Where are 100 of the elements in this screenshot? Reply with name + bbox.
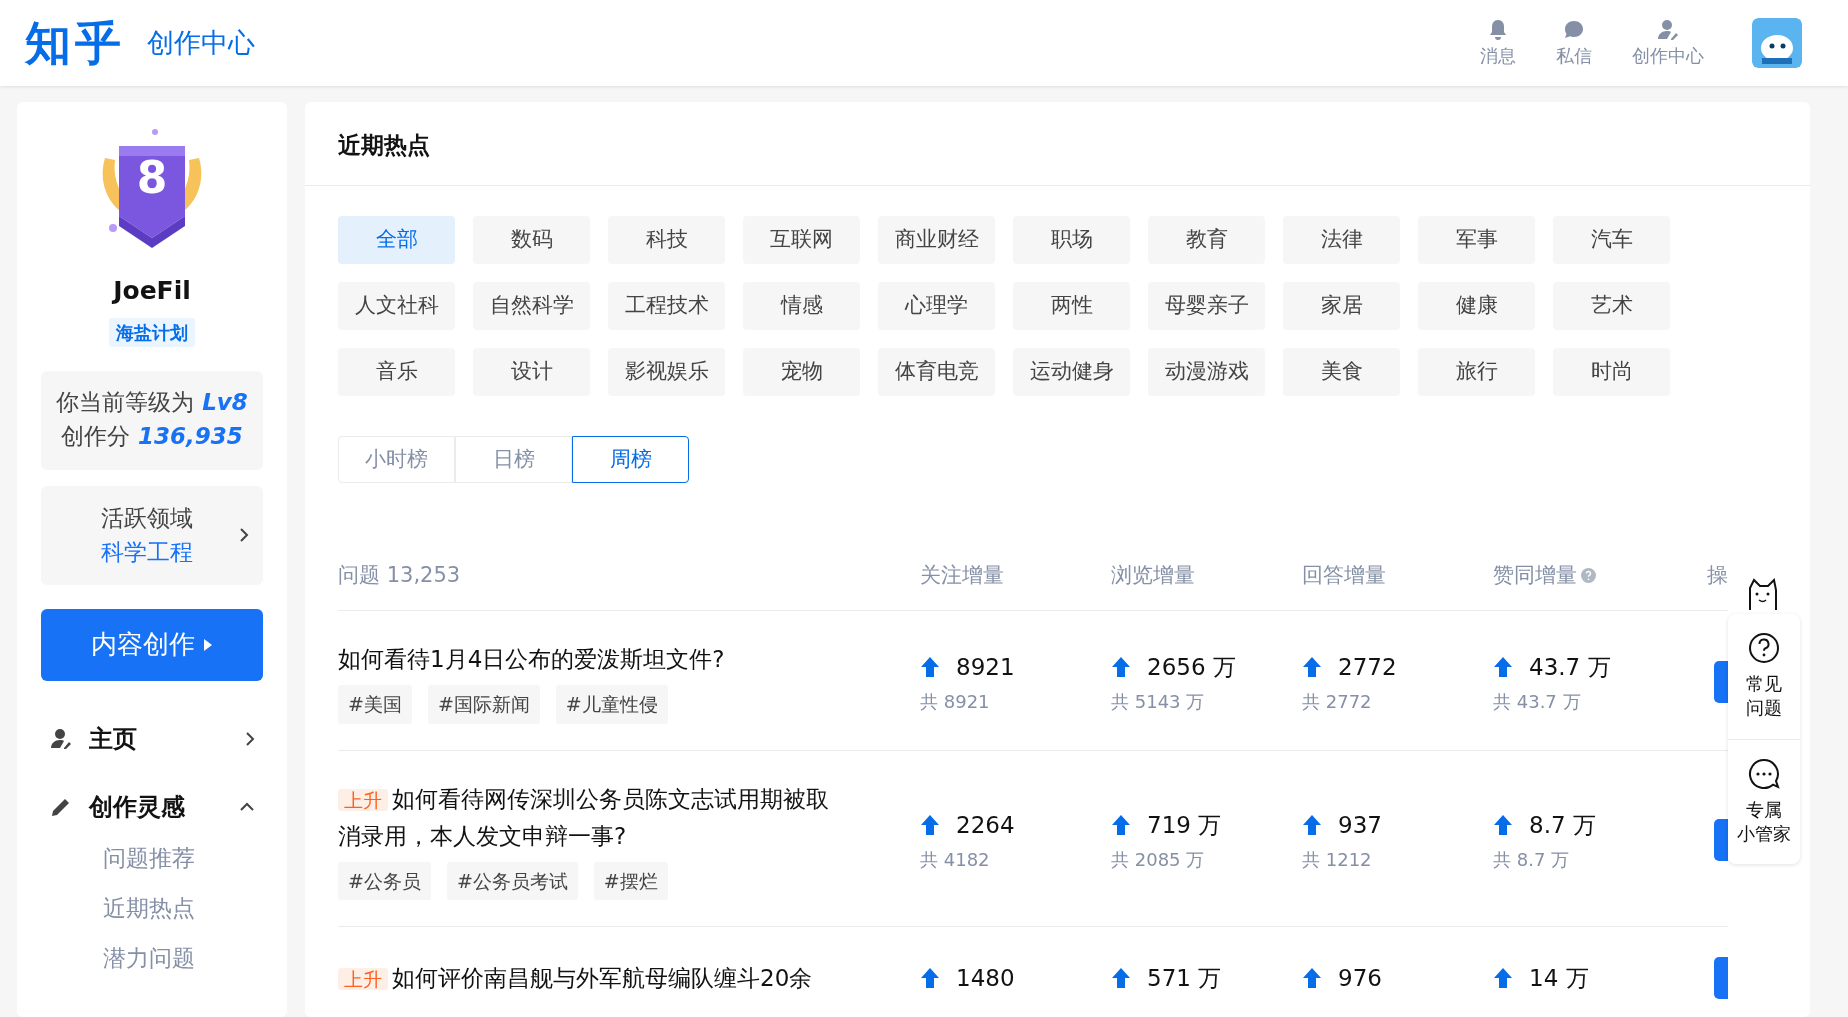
stat-value: 719 万	[1147, 810, 1222, 840]
help-icon	[1581, 568, 1596, 583]
category-tab[interactable]: 职场	[1013, 216, 1130, 264]
topic-tag[interactable]: #美国	[338, 685, 412, 724]
category-tab[interactable]: 运动健身	[1013, 348, 1130, 396]
category-tab[interactable]: 设计	[473, 348, 590, 396]
avatar[interactable]	[1752, 18, 1802, 68]
up-arrow-icon	[1111, 655, 1131, 678]
score-label: 创作分	[61, 423, 131, 449]
category-tab[interactable]: 母婴亲子	[1148, 282, 1265, 330]
stat-value: 1480	[956, 963, 1015, 993]
column-header: 回答增量	[1302, 561, 1386, 589]
chevron-right-icon	[239, 527, 249, 544]
category-tab[interactable]: 美食	[1283, 348, 1400, 396]
column-header: 浏览增量	[1111, 561, 1195, 589]
category-tab[interactable]: 商业财经	[878, 216, 995, 264]
category-tab[interactable]: 科技	[608, 216, 725, 264]
stat-value: 976	[1338, 963, 1382, 993]
action-button[interactable]	[1714, 661, 1728, 704]
category-tab[interactable]: 全部	[338, 216, 455, 264]
category-tab[interactable]: 时尚	[1553, 348, 1670, 396]
up-arrow-icon	[1493, 655, 1513, 678]
topic-tag[interactable]: #国际新闻	[427, 685, 540, 724]
stat-total: 共 8921	[920, 690, 991, 714]
stat-value: 2772	[1338, 652, 1397, 682]
chat-bubble-icon	[1748, 757, 1780, 790]
stat-total: 共 8.7 万	[1493, 848, 1571, 872]
stat-value: 43.7 万	[1529, 652, 1611, 682]
category-tab[interactable]: 互联网	[743, 216, 860, 264]
rising-badge: 上升	[338, 967, 388, 990]
category-tab[interactable]: 影视娱乐	[608, 348, 725, 396]
column-header: 操	[1707, 561, 1728, 589]
float-panel-item[interactable]: 常见 问题	[1728, 614, 1800, 739]
level-label: 你当前等级为	[56, 388, 195, 415]
stat-value: 14 万	[1529, 963, 1589, 993]
category-tab[interactable]: 人文社科	[338, 282, 455, 330]
domain-label: 活跃领域	[100, 503, 194, 533]
question-title[interactable]: 上升 如何看待网传深圳公务员陈文志试用期被取消录用，本人发文申辩一事?	[338, 780, 843, 854]
up-arrow-icon	[1302, 967, 1322, 989]
category-tab[interactable]: 音乐	[338, 348, 455, 396]
domain-card[interactable]: 活跃领域 科学工程	[41, 485, 263, 585]
stat-value: 2656 万	[1147, 652, 1236, 682]
create-button[interactable]: 内容创作	[41, 608, 263, 681]
action-button[interactable]	[1714, 819, 1728, 862]
user-icon	[49, 727, 73, 751]
up-arrow-icon	[920, 967, 940, 989]
category-tab[interactable]: 教育	[1148, 216, 1265, 264]
category-tab[interactable]: 旅行	[1418, 348, 1535, 396]
category-tab[interactable]: 军事	[1418, 216, 1535, 264]
logo[interactable]: 知乎	[25, 8, 125, 78]
up-arrow-icon	[1493, 967, 1513, 989]
column-header: 赞同增量	[1493, 561, 1577, 589]
up-arrow-icon	[920, 813, 940, 836]
menu-item[interactable]: 主页	[41, 705, 263, 773]
range-tab[interactable]: 周榜	[572, 436, 689, 483]
level-number: 8	[136, 156, 168, 200]
question-title[interactable]: 如何看待1月4日公布的爱泼斯坦文件?	[338, 641, 843, 677]
category-tab[interactable]: 宠物	[743, 348, 860, 396]
user-name: JoeFil	[113, 275, 191, 307]
stat-value: 8.7 万	[1529, 810, 1596, 840]
float-panel-item[interactable]: 专属 小管家	[1728, 738, 1800, 865]
category-tab[interactable]: 动漫游戏	[1148, 348, 1265, 396]
topic-tag[interactable]: #儿童性侵	[555, 685, 668, 724]
category-tab[interactable]: 健康	[1418, 282, 1535, 330]
caret-right-icon	[203, 637, 213, 652]
stat-total: 共 43.7 万	[1493, 690, 1582, 714]
stat-total: 共 2772	[1302, 690, 1373, 714]
category-tab[interactable]: 汽车	[1553, 216, 1670, 264]
up-arrow-icon	[1302, 655, 1322, 678]
score-value: 136,935	[138, 423, 243, 449]
category-tab[interactable]: 艺术	[1553, 282, 1670, 330]
stat-total: 共 1212	[1302, 848, 1373, 872]
up-arrow-icon	[1493, 813, 1513, 836]
column-header: 问题 13,253	[338, 561, 461, 589]
domain-value: 科学工程	[100, 538, 194, 568]
help-icon	[1748, 632, 1780, 664]
user-icon	[1656, 17, 1680, 42]
category-tab[interactable]: 法律	[1283, 216, 1400, 264]
up-arrow-icon	[1111, 813, 1131, 836]
category-tab[interactable]: 家居	[1283, 282, 1400, 330]
rising-badge: 上升	[338, 788, 388, 811]
question-title[interactable]: 上升 如何评价南昌舰与外军航母编队缠斗20余	[338, 959, 843, 997]
topic-tag[interactable]: #公务员考试	[446, 861, 578, 900]
category-tab[interactable]: 自然科学	[473, 282, 590, 330]
category-tab[interactable]: 体育电竞	[878, 348, 995, 396]
column-header: 关注增量	[920, 561, 1004, 589]
topic-tag[interactable]: #摆烂	[593, 861, 668, 900]
panel-title: 近期热点	[305, 102, 1810, 186]
page-title: 创作中心	[147, 25, 255, 60]
topic-tag[interactable]: #公务员	[338, 861, 431, 900]
category-tab[interactable]: 情感	[743, 282, 860, 330]
level-value: Lv8	[202, 388, 248, 415]
menu-item[interactable]: 创作灵感	[41, 773, 263, 841]
stat-value: 8921	[956, 652, 1015, 682]
category-tab[interactable]: 数码	[473, 216, 590, 264]
category-tab[interactable]: 工程技术	[608, 282, 725, 330]
category-tab[interactable]: 两性	[1013, 282, 1130, 330]
stat-value: 937	[1338, 810, 1382, 840]
category-tab[interactable]: 心理学	[878, 282, 995, 330]
stat-value: 2264	[956, 810, 1015, 840]
